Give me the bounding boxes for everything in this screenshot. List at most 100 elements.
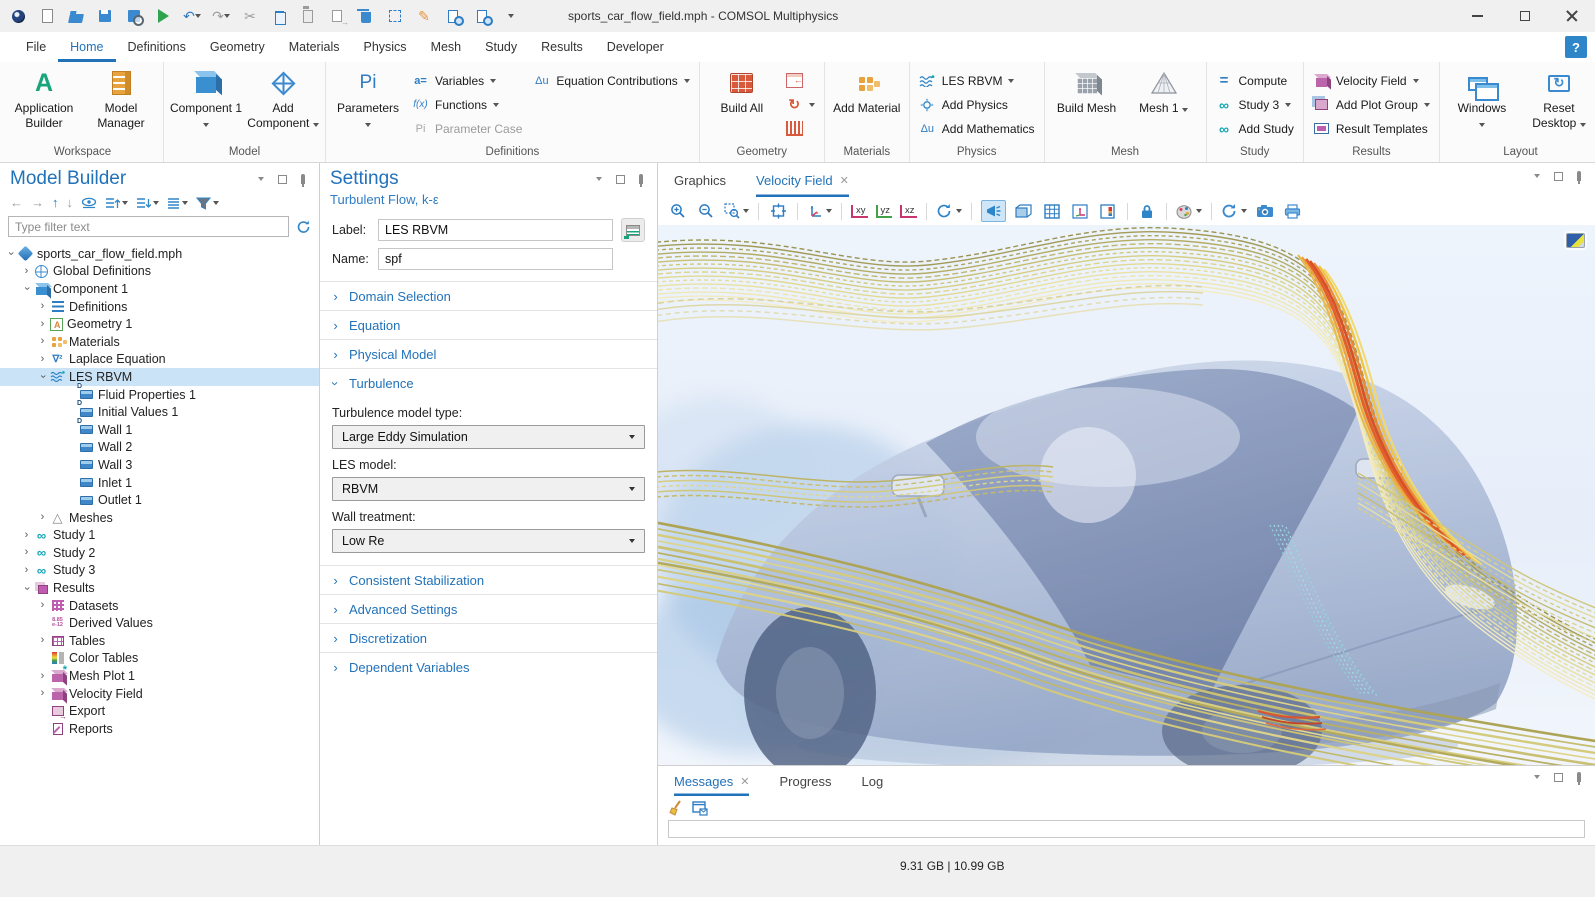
- find-in-model-icon[interactable]: [474, 8, 490, 24]
- panel-menu-icon[interactable]: [593, 177, 605, 181]
- default-view-icon[interactable]: [807, 200, 832, 222]
- open-file-icon[interactable]: [68, 8, 84, 24]
- expander-icon[interactable]: ›: [20, 582, 33, 595]
- qat-more-icon[interactable]: [503, 8, 519, 24]
- reset-desktop-button[interactable]: Reset Desktop: [1522, 62, 1595, 131]
- float-panel-icon[interactable]: [1552, 773, 1564, 782]
- expander-icon[interactable]: ›: [36, 353, 49, 366]
- float-panel-icon[interactable]: [1552, 172, 1564, 181]
- color-theme-icon[interactable]: [1176, 200, 1202, 222]
- component-1-button[interactable]: Component 1: [169, 62, 243, 131]
- compute-button[interactable]: Compute: [1212, 70, 1298, 91]
- tree-item-color-tables[interactable]: Color Tables: [0, 650, 319, 668]
- rebuild-button[interactable]: [782, 94, 819, 115]
- section-consistent-stabilization[interactable]: ›Consistent Stabilization: [320, 565, 657, 594]
- panel-menu-icon[interactable]: [255, 177, 267, 181]
- tree-item-root[interactable]: ›sports_car_flow_field.mph: [0, 245, 319, 263]
- section-discretization[interactable]: ›Discretization: [320, 623, 657, 652]
- section-advanced-settings[interactable]: ›Advanced Settings: [320, 594, 657, 623]
- view-yz-icon[interactable]: yz: [876, 205, 893, 218]
- cut-icon[interactable]: ✂: [242, 8, 258, 24]
- tree-item-outlet-1[interactable]: Outlet 1: [0, 491, 319, 509]
- snapshot-camera-icon[interactable]: [1255, 200, 1275, 222]
- add-material-button[interactable]: Add Material: [830, 62, 904, 116]
- name-input[interactable]: [378, 248, 613, 270]
- pin-panel-icon[interactable]: [1573, 772, 1585, 782]
- section-domain-selection[interactable]: ›Domain Selection: [320, 281, 657, 310]
- section-dependent-variables[interactable]: ›Dependent Variables: [320, 652, 657, 681]
- physics-interface-button[interactable]: LES RBVM: [915, 70, 1039, 91]
- plot-thumbnail-icon[interactable]: [1566, 233, 1585, 248]
- save-icon[interactable]: [97, 8, 113, 24]
- menu-home[interactable]: Home: [58, 32, 115, 62]
- find-icon[interactable]: [445, 8, 461, 24]
- velocity-field-button[interactable]: Velocity Field: [1309, 70, 1434, 91]
- expander-icon[interactable]: ›: [20, 564, 33, 577]
- tree-item-results[interactable]: ›Results: [0, 579, 319, 597]
- model-manager-button[interactable]: Model Manager: [84, 62, 158, 131]
- equation-contributions-button[interactable]: Equation Contributions: [529, 70, 693, 91]
- expander-icon[interactable]: ›: [36, 300, 49, 313]
- show-grid-icon[interactable]: [1042, 200, 1062, 222]
- menu-mesh[interactable]: Mesh: [419, 32, 474, 62]
- lock-view-icon[interactable]: [1137, 200, 1157, 222]
- section-physical-model[interactable]: ›Physical Model: [320, 339, 657, 368]
- back-icon[interactable]: ←: [10, 196, 23, 210]
- float-panel-icon[interactable]: [614, 175, 626, 184]
- show-axes-icon[interactable]: [1070, 200, 1090, 222]
- tree-item-component-1[interactable]: ›Component 1: [0, 280, 319, 298]
- new-file-icon[interactable]: [39, 8, 55, 24]
- rotate-icon[interactable]: [936, 200, 962, 222]
- minimize-button[interactable]: [1454, 0, 1501, 32]
- application-builder-button[interactable]: Application Builder: [7, 62, 81, 131]
- refresh-icon[interactable]: [296, 220, 311, 234]
- pin-panel-icon[interactable]: [297, 174, 309, 184]
- expander-icon[interactable]: ›: [20, 265, 33, 278]
- add-component-button[interactable]: Add Component: [246, 62, 320, 131]
- tab-graphics[interactable]: Graphics: [674, 163, 726, 197]
- menu-materials[interactable]: Materials: [277, 32, 352, 62]
- expander-icon[interactable]: ›: [36, 335, 49, 348]
- expander-icon[interactable]: ›: [4, 247, 17, 260]
- tree-item-datasets[interactable]: ›Datasets: [0, 597, 319, 615]
- redo-icon[interactable]: ↷: [213, 8, 229, 24]
- variables-button[interactable]: Variables: [408, 70, 526, 91]
- filter-funnel-icon[interactable]: [196, 197, 219, 210]
- tree-item-laplace-equation[interactable]: ›Laplace Equation: [0, 351, 319, 369]
- tree-item-materials[interactable]: ›Materials: [0, 333, 319, 351]
- print-icon[interactable]: [1283, 200, 1303, 222]
- tree-item-study-2[interactable]: ›Study 2: [0, 544, 319, 562]
- build-mesh-button[interactable]: Build Mesh: [1050, 62, 1124, 116]
- menu-geometry[interactable]: Geometry: [198, 32, 277, 62]
- move-down-icon[interactable]: ↓: [67, 196, 74, 210]
- scene-light-icon[interactable]: [981, 200, 1006, 222]
- add-plot-group-button[interactable]: Add Plot Group: [1309, 94, 1434, 115]
- expander-icon[interactable]: ›: [36, 599, 49, 612]
- close-tab-icon[interactable]: ✕: [740, 775, 749, 788]
- expander-icon[interactable]: ›: [36, 670, 49, 683]
- expand-all-icon[interactable]: [105, 197, 128, 210]
- move-up-icon[interactable]: ↑: [52, 196, 59, 210]
- mesh-1-button[interactable]: Mesh 1: [1127, 62, 1201, 116]
- graphics-viewport[interactable]: [658, 225, 1595, 765]
- save-search-icon[interactable]: [126, 8, 142, 24]
- study-3-button[interactable]: Study 3: [1212, 94, 1298, 115]
- tree-item-reports[interactable]: Reports: [0, 720, 319, 738]
- update-plot-icon[interactable]: [1221, 200, 1247, 222]
- delete-icon[interactable]: [358, 8, 374, 24]
- view-xz-icon[interactable]: xz: [900, 205, 917, 218]
- clear-messages-icon[interactable]: [668, 800, 683, 816]
- tree-item-definitions[interactable]: ›Definitions: [0, 298, 319, 316]
- add-study-button[interactable]: Add Study: [1212, 118, 1298, 139]
- virtual-operations-button[interactable]: [782, 118, 819, 139]
- result-templates-button[interactable]: Result Templates: [1309, 118, 1434, 139]
- menu-file[interactable]: File: [14, 32, 58, 62]
- expander-icon[interactable]: ›: [20, 546, 33, 559]
- zoom-box-icon[interactable]: [724, 200, 749, 222]
- tree-item-inlet-1[interactable]: Inlet 1: [0, 474, 319, 492]
- tree-item-export[interactable]: Export: [0, 702, 319, 720]
- add-mathematics-button[interactable]: Add Mathematics: [915, 118, 1039, 139]
- collapse-all-icon[interactable]: [136, 197, 159, 210]
- select-box-icon[interactable]: [387, 8, 403, 24]
- tree-item-study-1[interactable]: ›Study 1: [0, 527, 319, 545]
